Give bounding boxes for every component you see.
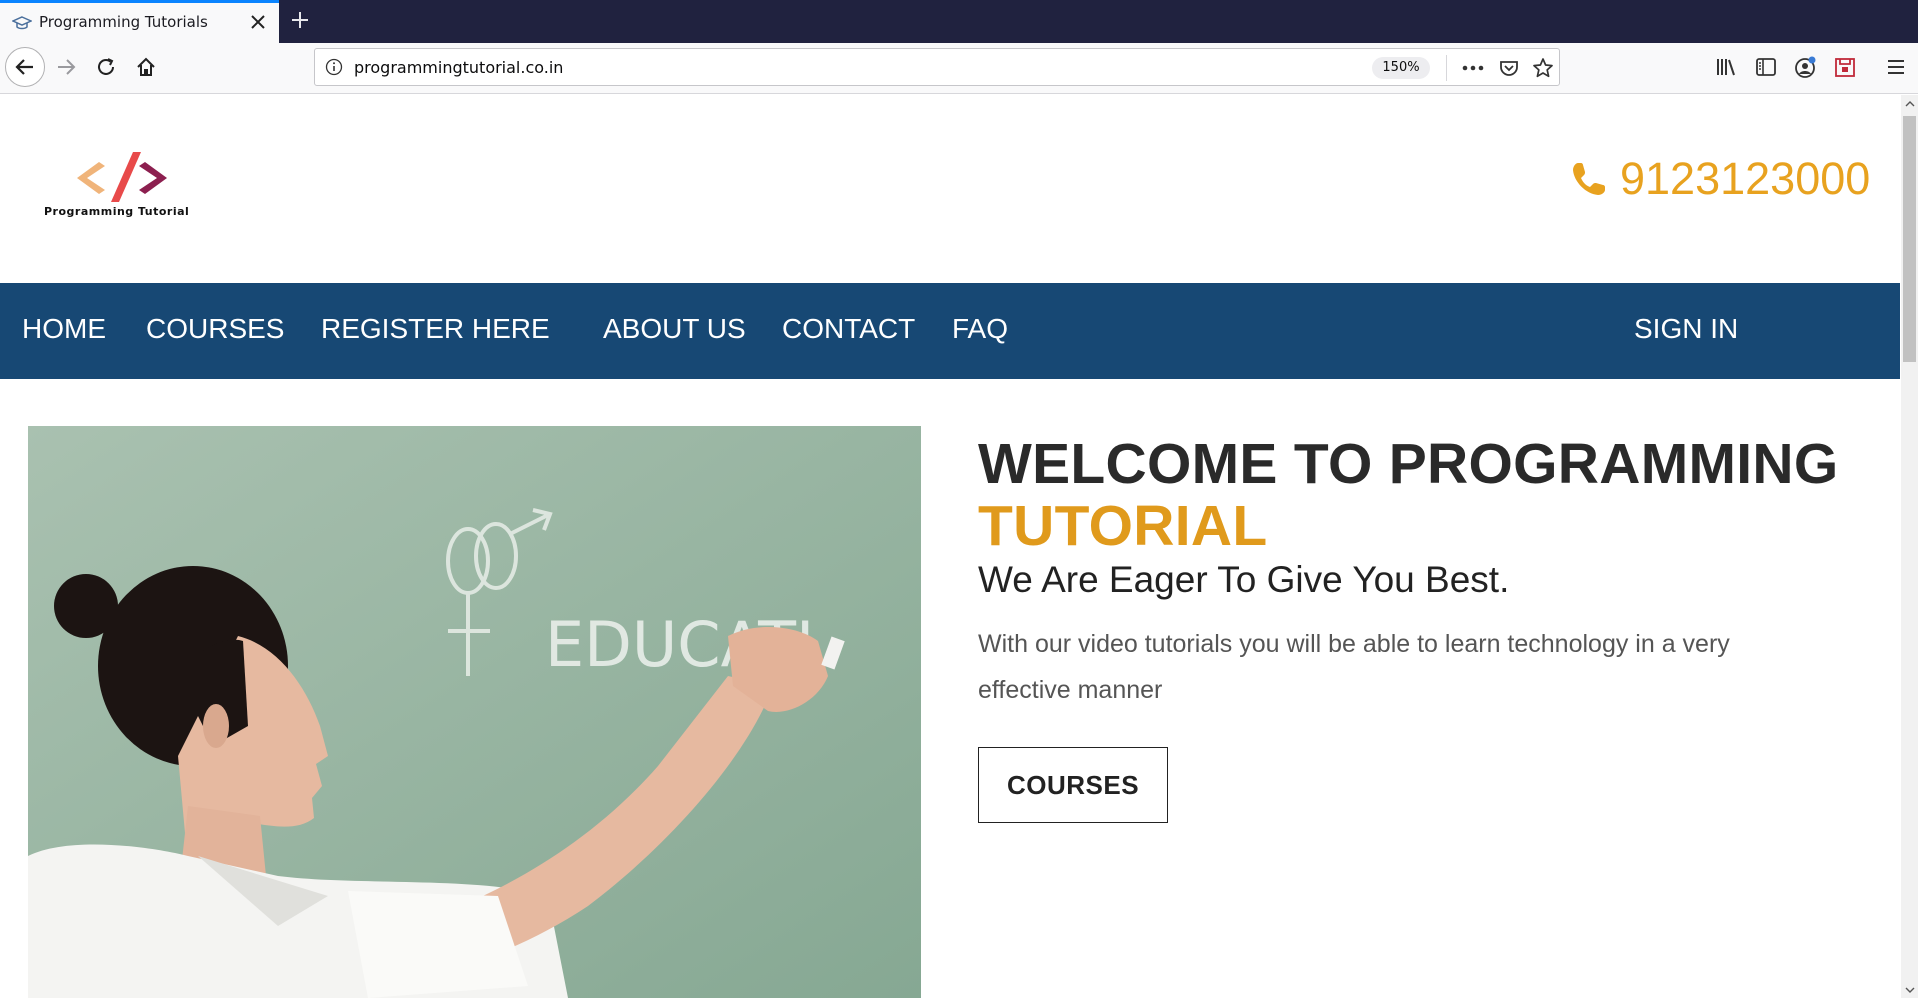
account-icon xyxy=(1795,56,1816,78)
vertical-scrollbar[interactable] xyxy=(1901,95,1918,998)
phone-number: 9123123000 xyxy=(1620,153,1871,204)
hero-tagline: We Are Eager To Give You Best. xyxy=(978,559,1510,600)
url-text[interactable]: programmingtutorial.co.in xyxy=(354,58,563,77)
menu-button[interactable] xyxy=(1882,53,1910,81)
pocket-button[interactable] xyxy=(1497,56,1521,80)
menu-item-signin[interactable]: SIGN IN xyxy=(1634,313,1738,345)
divider xyxy=(1446,55,1447,81)
hero-content: WELCOME TO PROGRAMMING TUTORIAL We Are E… xyxy=(978,433,1898,823)
new-tab-icon[interactable] xyxy=(289,9,311,31)
hamburger-icon xyxy=(1888,60,1904,74)
more-dots-icon xyxy=(1462,65,1484,71)
bookmark-star-button[interactable] xyxy=(1531,56,1555,80)
info-icon[interactable] xyxy=(325,58,343,76)
graduation-cap-icon xyxy=(12,16,32,30)
page-viewport: Programming Tutorial 9123123000 HOME COU… xyxy=(0,95,1918,998)
phone-icon xyxy=(1573,163,1605,195)
main-menu: HOME COURSES REGISTER HERE ABOUT US CONT… xyxy=(0,283,1900,379)
hero-title-accent: TUTORIAL xyxy=(978,494,1268,558)
menu-item-contact[interactable]: CONTACT xyxy=(782,313,915,345)
scrollbar-thumb[interactable] xyxy=(1903,116,1916,362)
browser-tab[interactable]: Programming Tutorials xyxy=(0,0,279,43)
forward-button[interactable] xyxy=(46,47,86,87)
pocket-icon xyxy=(1500,61,1518,76)
hero-description: With our video tutorials you will be abl… xyxy=(978,630,1730,704)
zoom-level-badge[interactable]: 150% xyxy=(1372,57,1430,79)
hero-title-line1: WELCOME TO PROGRAMMING xyxy=(978,432,1839,496)
tab-strip: Programming Tutorials xyxy=(0,0,1918,43)
chevron-down-icon xyxy=(1905,987,1914,993)
reload-icon xyxy=(98,58,114,75)
sidebar-icon xyxy=(1756,58,1776,76)
site-header: Programming Tutorial 9123123000 xyxy=(0,95,1900,283)
home-icon xyxy=(137,57,155,76)
scroll-down-arrow[interactable] xyxy=(1901,981,1918,998)
star-icon xyxy=(1533,58,1553,78)
sidebar-button[interactable] xyxy=(1752,53,1780,81)
arrow-left-icon xyxy=(15,59,33,75)
page-actions-button[interactable] xyxy=(1461,56,1485,80)
tab-title: Programming Tutorials xyxy=(39,13,208,31)
back-button[interactable] xyxy=(5,47,45,87)
menu-item-about[interactable]: ABOUT US xyxy=(603,313,746,345)
extension-icon xyxy=(1835,58,1855,77)
phone-contact[interactable]: 9123123000 xyxy=(1570,153,1870,205)
code-brackets-logo-icon xyxy=(77,152,167,202)
teacher-chalkboard-illustration: EDUCATI xyxy=(28,426,921,998)
hero-title: WELCOME TO PROGRAMMING TUTORIAL xyxy=(978,433,1898,557)
logo-text: Programming Tutorial xyxy=(44,205,190,218)
chevron-up-icon xyxy=(1905,100,1914,106)
scroll-up-arrow[interactable] xyxy=(1901,95,1918,112)
menu-item-register[interactable]: REGISTER HERE xyxy=(321,313,550,345)
menu-item-courses[interactable]: COURSES xyxy=(146,313,284,345)
home-button[interactable] xyxy=(126,47,166,87)
navigation-toolbar: programmingtutorial.co.in 150% xyxy=(0,43,1918,94)
extension-button[interactable] xyxy=(1831,53,1859,81)
library-icon xyxy=(1717,59,1735,76)
courses-button[interactable]: COURSES xyxy=(978,747,1168,823)
site-logo[interactable]: Programming Tutorial xyxy=(29,138,215,238)
account-button[interactable] xyxy=(1791,53,1819,81)
hero-image: EDUCATI xyxy=(28,426,921,998)
arrow-right-icon xyxy=(58,59,76,75)
menu-item-home[interactable]: HOME xyxy=(22,313,106,345)
menu-item-faq[interactable]: FAQ xyxy=(952,313,1008,345)
library-button[interactable] xyxy=(1712,53,1740,81)
address-bar[interactable]: programmingtutorial.co.in 150% xyxy=(314,48,1560,86)
close-icon[interactable] xyxy=(248,12,268,32)
reload-button[interactable] xyxy=(86,47,126,87)
